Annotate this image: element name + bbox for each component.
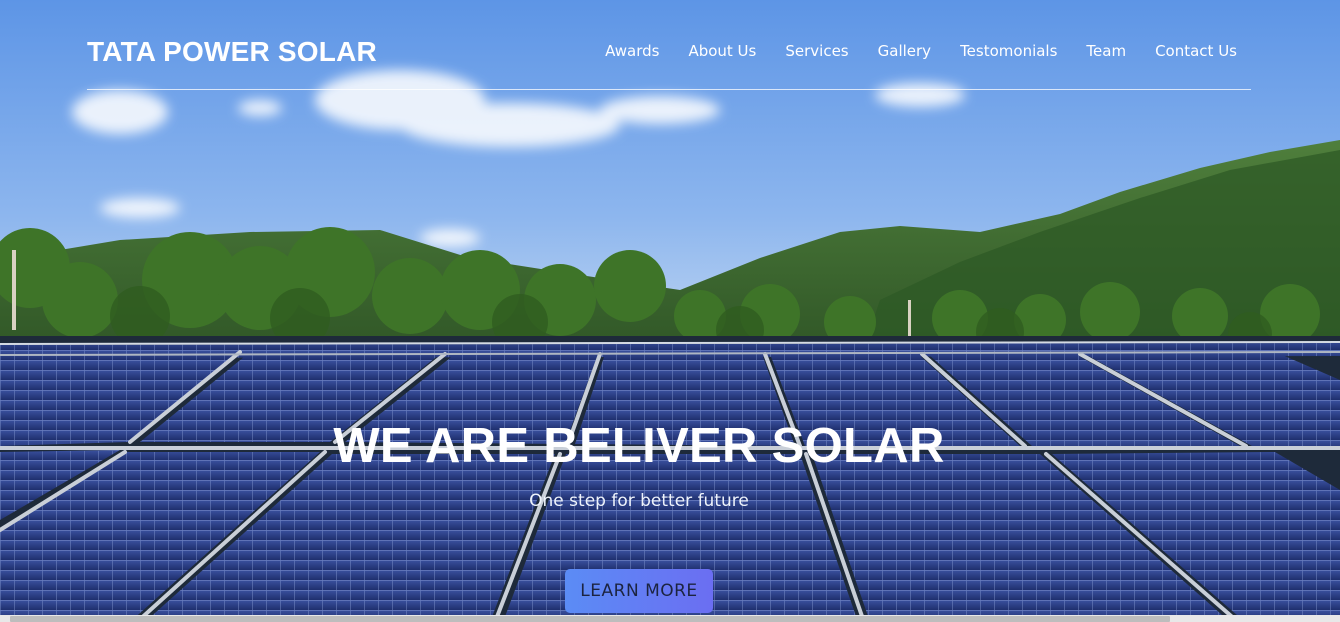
horizontal-scrollbar[interactable] <box>0 615 1340 622</box>
nav-link-gallery[interactable]: Gallery <box>878 42 931 60</box>
nav-link-team[interactable]: Team <box>1086 42 1126 60</box>
nav-link-services[interactable]: Services <box>785 42 848 60</box>
nav-link-contact-us[interactable]: Contact Us <box>1155 42 1237 60</box>
nav-link-about-us[interactable]: About Us <box>688 42 756 60</box>
hero-section: TATA POWER SOLAR Awards About Us Service… <box>0 0 1340 622</box>
hero-title: WE ARE BELIVER SOLAR <box>333 419 945 473</box>
main-navbar: TATA POWER SOLAR Awards About Us Service… <box>87 28 1251 90</box>
nav-link-awards[interactable]: Awards <box>605 42 659 60</box>
learn-more-button[interactable]: LEARN MORE <box>565 569 713 613</box>
brand-logo-text[interactable]: TATA POWER SOLAR <box>87 36 377 68</box>
nav-link-testimonials[interactable]: Testomonials <box>960 42 1057 60</box>
solar-field-background-image <box>0 0 1340 622</box>
nav-menu: Awards About Us Services Gallery Testomo… <box>605 42 1237 60</box>
hero-subtitle: One step for better future <box>529 491 749 511</box>
horizontal-scrollbar-thumb[interactable] <box>10 616 1170 622</box>
